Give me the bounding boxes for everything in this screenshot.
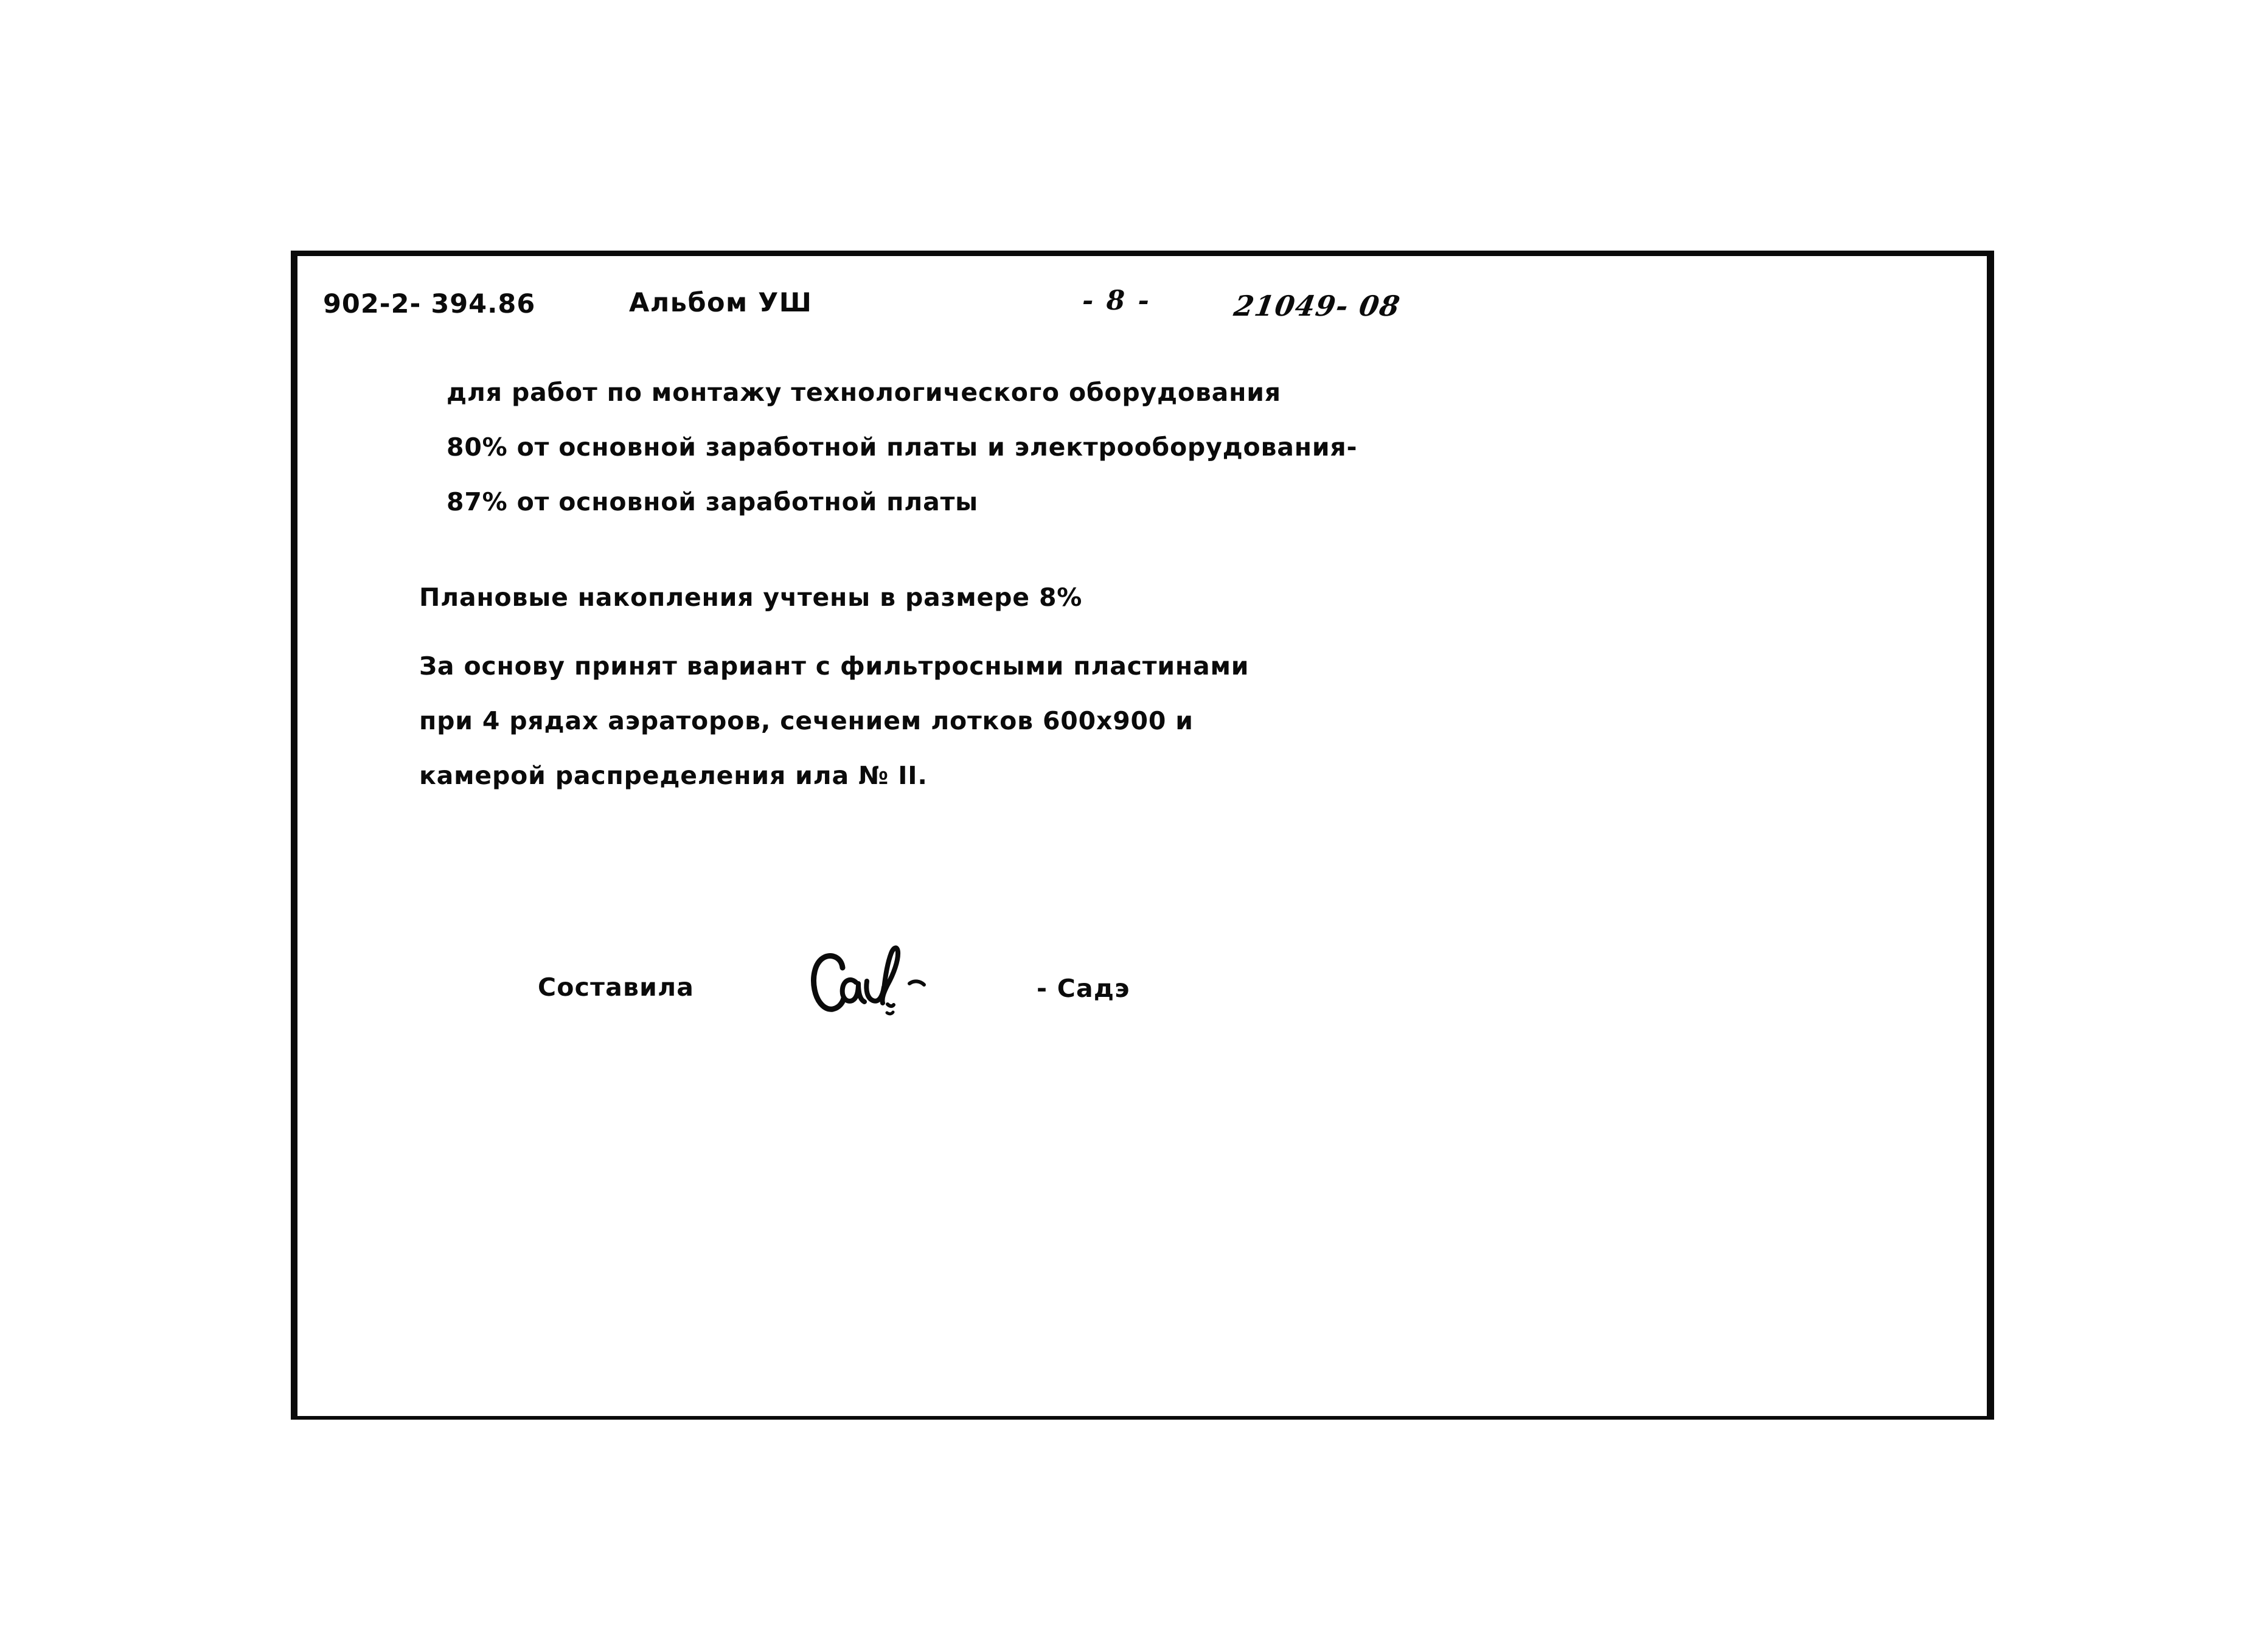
body-text-line: при 4 рядах аэраторов, сечением лотков 6… [419, 706, 1194, 735]
author-name: - Садэ [1037, 974, 1130, 1003]
body-text-line: Плановые накопления учтены в размере 8% [419, 583, 1083, 612]
scanned-page: 902-2- 394.86 Альбом УШ - 8 - 21049- 08 … [0, 0, 2263, 1652]
compiled-by-label: Составила [538, 973, 695, 1002]
body-text-line: За основу принят вариант с фильтросными … [419, 651, 1250, 681]
body-text-line: 80% от основной заработной платы и элект… [447, 432, 1358, 462]
body-text-line: для работ по монтажу технологического об… [447, 378, 1281, 407]
drawing-number: 21049- 08 [1231, 290, 1403, 322]
album-label: Альбом УШ [629, 288, 813, 318]
body-text-line: камерой распределения ила № II. [419, 761, 928, 790]
document-header: 902-2- 394.86 Альбом УШ - 8 - 21049- 08 [297, 256, 1987, 329]
signature-row: Составила - Садэ [297, 945, 1987, 1071]
document-code: 902-2- 394.86 [323, 289, 536, 319]
document-frame: 902-2- 394.86 Альбом УШ - 8 - 21049- 08 … [291, 251, 1994, 1420]
body-text-line: 87% от основной заработной платы [447, 487, 979, 516]
page-number: - 8 - [1082, 285, 1151, 316]
handwritten-signature-icon [790, 936, 973, 1027]
